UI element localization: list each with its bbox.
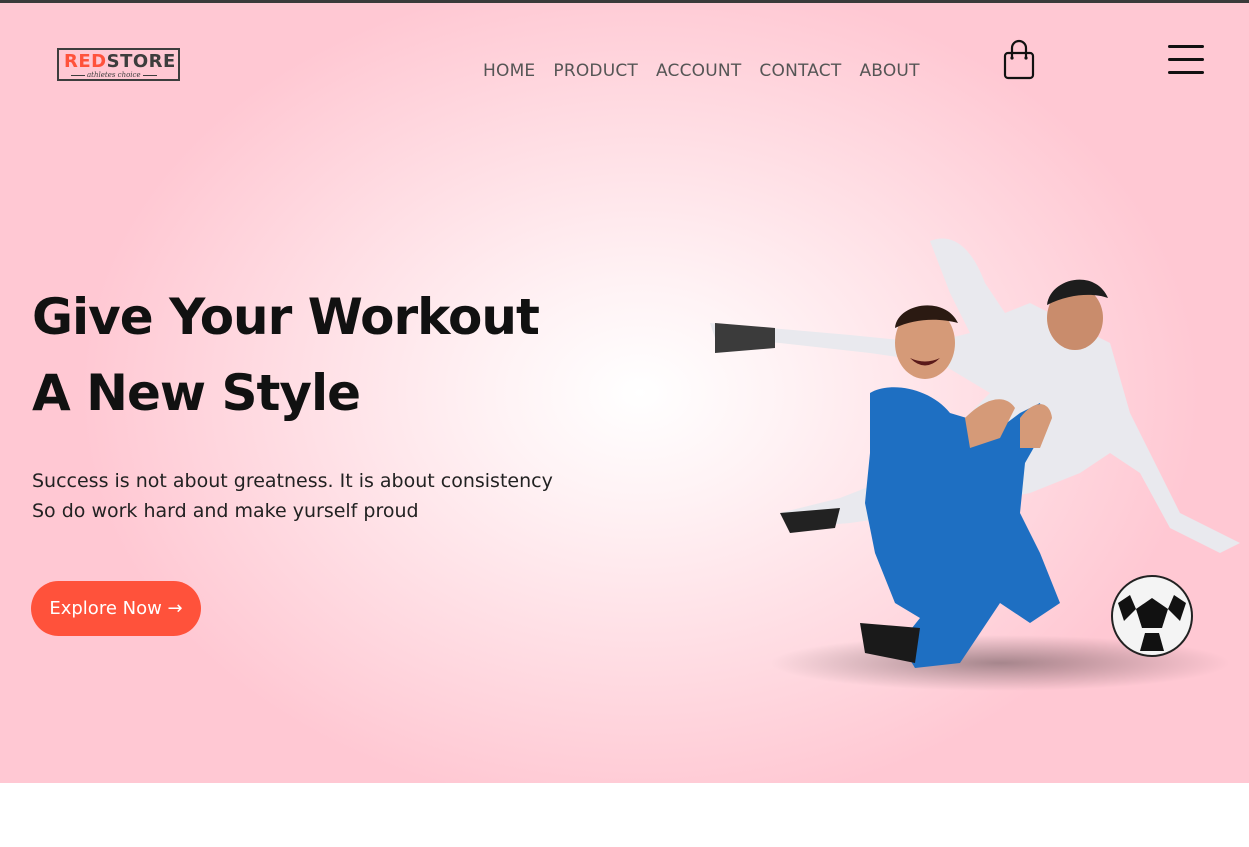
nav-item-home[interactable]: HOME [483, 59, 535, 83]
nav-item-contact[interactable]: CONTACT [759, 59, 841, 83]
nav-item-account[interactable]: ACCOUNT [656, 59, 741, 83]
hamburger-menu-icon[interactable] [1166, 43, 1206, 77]
hero-section: REDSTORE athletes choice HOME PRODUCT AC… [0, 3, 1249, 783]
soccer-players-image [710, 238, 1240, 691]
hero-headline: Give Your Workout A New Style [32, 279, 540, 431]
logo-text: REDSTORE [64, 52, 176, 72]
hero-tagline: Success is not about greatness. It is ab… [32, 466, 553, 526]
shopping-bag-icon[interactable] [1001, 39, 1037, 81]
logo-subtitle: athletes choice [71, 71, 157, 79]
nav-item-about[interactable]: ABOUT [859, 59, 919, 83]
tagline-line-1: Success is not about greatness. It is ab… [32, 470, 553, 492]
main-nav: HOME PRODUCT ACCOUNT CONTACT ABOUT [483, 59, 938, 83]
tagline-line-2: So do work hard and make yurself proud [32, 500, 419, 522]
redstore-logo[interactable]: REDSTORE athletes choice [57, 48, 180, 81]
logo-dark-part: STORE [106, 51, 176, 72]
headline-line-2: A New Style [32, 364, 361, 422]
logo-red-part: RED [64, 51, 107, 72]
nav-item-product[interactable]: PRODUCT [553, 59, 638, 83]
explore-now-button[interactable]: Explore Now → [31, 581, 201, 636]
headline-line-1: Give Your Workout [32, 288, 540, 346]
